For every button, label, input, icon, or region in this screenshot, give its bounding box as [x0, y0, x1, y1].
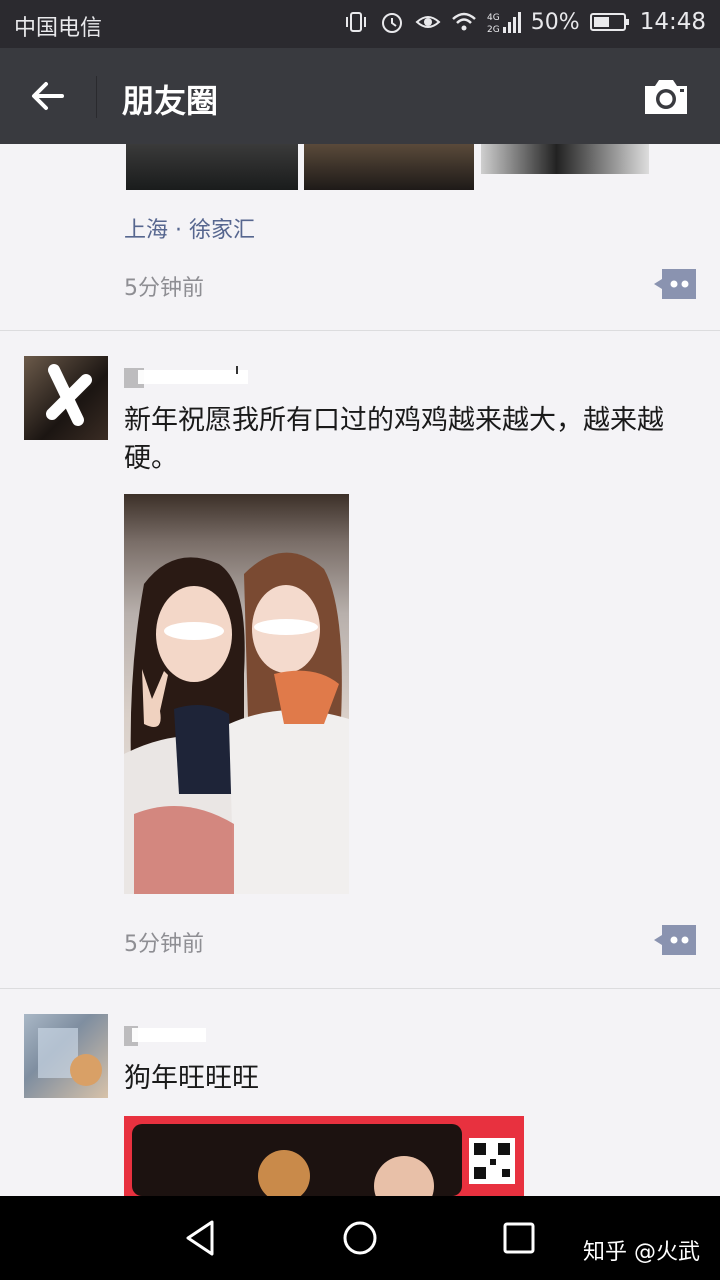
- avatar-photo: [38, 1028, 102, 1086]
- camera-icon[interactable]: [642, 76, 690, 116]
- post-text: 狗年旺旺旺: [124, 1063, 259, 1094]
- home-circle-icon[interactable]: [338, 1216, 382, 1260]
- post-timestamp: 5分钟前: [124, 932, 204, 957]
- svg-text:4G: 4G: [487, 13, 500, 23]
- eye-icon: [415, 16, 441, 28]
- post-photo[interactable]: [481, 144, 649, 174]
- post-text: 新年祝愿我所有口过的鸡鸡越来越大，越来越硬。: [124, 405, 664, 474]
- moments-feed[interactable]: 上海 · 徐家汇 5分钟前 新年祝愿我所有口过的鸡鸡越来越大，越来越硬。 5分钟…: [0, 144, 720, 1196]
- username-redacted[interactable]: [124, 1022, 214, 1048]
- back-arrow-icon[interactable]: [22, 70, 74, 122]
- selfie-illustration: [124, 552, 349, 894]
- system-navigation-bar: 知乎 @火武: [0, 1196, 720, 1280]
- post-photo[interactable]: [124, 1116, 524, 1196]
- alarm-icon: [381, 13, 402, 33]
- battery-icon: [589, 13, 629, 31]
- avatar-sticker: [46, 364, 92, 426]
- vibrate-icon: [345, 12, 366, 32]
- post-photo[interactable]: [126, 144, 298, 190]
- wifi-icon: [451, 12, 476, 31]
- svg-text:2G: 2G: [487, 25, 500, 35]
- post-photo-grid: [126, 144, 656, 190]
- avatar[interactable]: [24, 356, 108, 440]
- title-bar: 朋友圈: [0, 48, 720, 144]
- post-divider: [0, 988, 720, 989]
- post-timestamp: 5分钟前: [124, 276, 204, 301]
- greeting-card-illustration: [132, 1124, 515, 1196]
- post-photo[interactable]: [124, 494, 349, 894]
- status-icons: 4G 2G 50% 14:48: [343, 9, 706, 35]
- username-redacted[interactable]: [124, 364, 254, 390]
- watermark-text: 知乎 @火武: [583, 1240, 700, 1265]
- avatar[interactable]: [24, 1014, 108, 1098]
- comment-action-icon[interactable]: [652, 924, 698, 956]
- carrier-label: 中国电信: [14, 16, 103, 41]
- post-photo[interactable]: [304, 144, 474, 190]
- post-location-link[interactable]: 上海 · 徐家汇: [124, 212, 255, 244]
- comment-action-icon[interactable]: [652, 268, 698, 300]
- post-divider: [0, 330, 720, 331]
- recents-square-icon[interactable]: [497, 1216, 541, 1260]
- battery-percent: 50%: [530, 9, 580, 35]
- page-title: 朋友圈: [122, 82, 219, 120]
- back-triangle-icon[interactable]: [180, 1216, 224, 1260]
- nav-divider: [96, 76, 97, 118]
- moments-screen: 中国电信 4G 2G 50% 14:48 朋友圈 上海 · 徐家汇 5分钟前 新…: [0, 0, 720, 1280]
- signal-icon: 4G 2G: [487, 12, 521, 35]
- clock: 14:48: [639, 9, 706, 35]
- status-bar: 中国电信 4G 2G 50% 14:48: [0, 0, 720, 48]
